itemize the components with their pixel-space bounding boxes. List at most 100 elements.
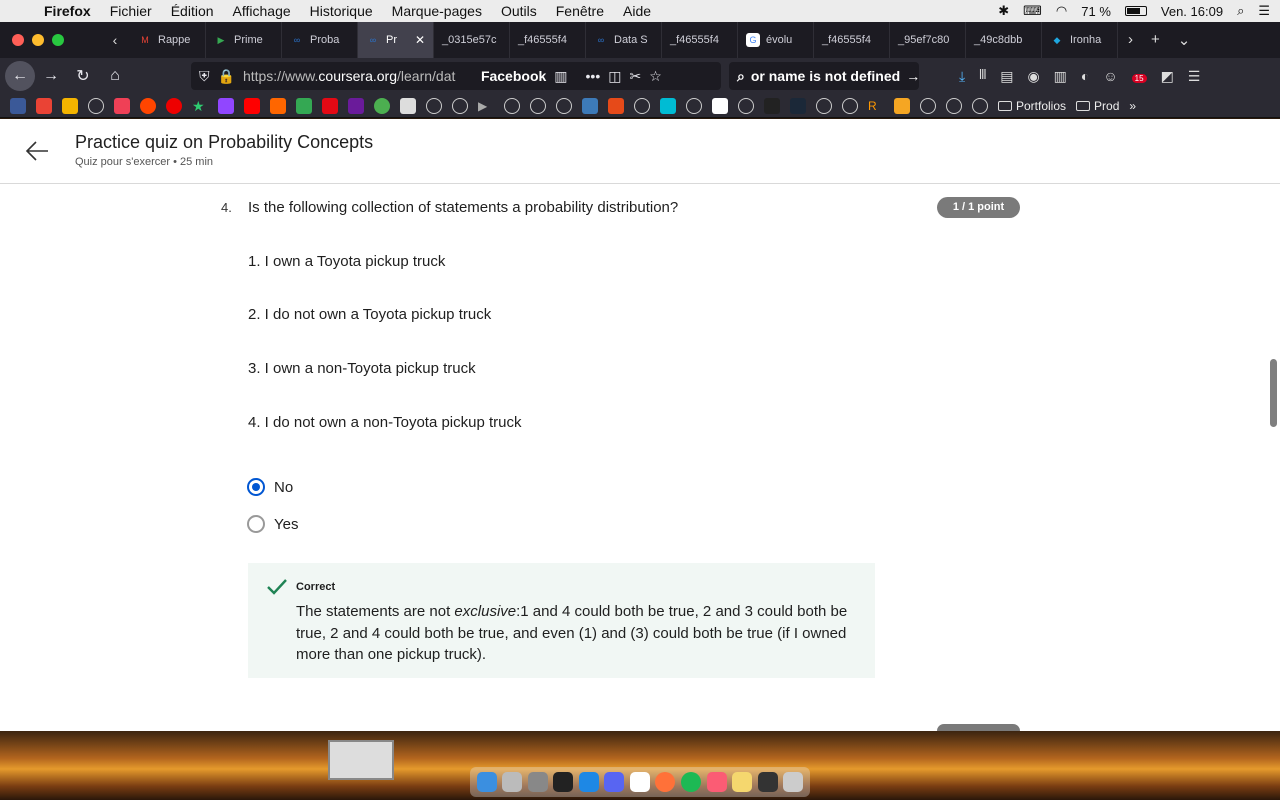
browser-tab[interactable]: ◆ Ironha [1042,22,1118,58]
bookmark-globe-icon[interactable] [504,97,520,114]
trash-icon[interactable] [783,772,804,792]
bookmark-folder-portfolios[interactable]: Portfolios [998,99,1066,113]
terminal-icon[interactable] [553,772,574,792]
bookmark-facebook-icon[interactable] [10,97,26,114]
bookmark-globe-icon[interactable] [530,97,546,114]
system-preferences-icon[interactable] [527,772,548,792]
bookmark-play-icon[interactable] [374,97,390,114]
bookmark-netflix-icon[interactable] [322,97,338,114]
pocket-icon[interactable]: ◫ [608,68,621,85]
bookmark-globe-icon[interactable] [920,97,936,114]
bookmark-gmail-icon[interactable] [36,97,52,114]
bookmark-star-green-icon[interactable]: ★ [192,98,208,114]
control-center-icon[interactable]: ☰ [1258,3,1270,19]
bookmark-ycombinator-icon[interactable] [270,97,286,114]
lock-icon[interactable]: 🔒 [218,68,235,85]
reload-button[interactable]: ↻ [67,66,99,86]
bookmark-star-icon[interactable]: ☆ [649,68,662,85]
facebook-container-icon[interactable]: ▥ [554,68,567,85]
extension-blue-icon[interactable]: ◩ [1161,68,1174,85]
search-bar[interactable]: ⌕ or name is not defined → [729,62,919,90]
bookmark-globe-icon[interactable] [816,97,832,114]
bookmark-globe-icon[interactable] [452,97,468,114]
bookmark-teal-icon[interactable] [660,97,676,114]
screenshot-icon[interactable]: ✂ [629,68,641,85]
bookmark-globe-icon[interactable] [88,97,104,114]
sidebar-icon[interactable]: ▤ [1000,68,1013,85]
bookmark-globe-icon[interactable] [634,97,650,114]
clock[interactable]: Ven. 16:09 [1161,4,1223,19]
radio-button-selected[interactable] [247,478,265,496]
bookmark-keep-icon[interactable] [62,97,78,114]
menu-outils[interactable]: Outils [501,3,537,19]
menu-marque-pages[interactable]: Marque-pages [392,3,482,19]
bookmark-drive-icon[interactable] [296,97,312,114]
close-window-button[interactable] [12,34,24,46]
finder-icon[interactable] [476,772,497,792]
extension-owl-icon[interactable]: ☺ [1103,68,1117,84]
spotlight-search-icon[interactable]: ⌕ [1237,3,1244,19]
keyboard-icon[interactable]: ⌨ [1023,3,1042,19]
menu-fichier[interactable]: Fichier [110,3,152,19]
ublock-icon[interactable]: 15 [1131,68,1147,84]
bookmark-orange-icon[interactable] [894,97,910,114]
browser-tab[interactable]: _95ef7c80 [890,22,966,58]
firefox-icon[interactable] [655,772,676,792]
answer-option-yes[interactable]: Yes [247,515,298,533]
home-button[interactable]: ⌂ [99,67,131,85]
radio-button[interactable] [247,515,265,533]
menu-affichage[interactable]: Affichage [233,3,291,19]
launchpad-icon[interactable] [502,772,523,792]
tab-scroll-left-icon[interactable]: ‹ [100,32,130,48]
bookmark-globe-icon[interactable] [686,97,702,114]
bookmark-globe-icon[interactable] [738,97,754,114]
menu-fenetre[interactable]: Fenêtre [556,3,604,19]
wifi-icon[interactable]: ◠ [1056,3,1067,19]
bookmark-globe-icon[interactable] [972,97,988,114]
bluetooth-icon[interactable]: ✱ [998,3,1009,19]
browser-tab[interactable]: _f46555f4 [662,22,738,58]
extension-grid-icon[interactable]: ▥ [1054,68,1067,85]
bookmark-dark-icon[interactable] [764,97,780,114]
bookmark-r-icon[interactable]: R [868,98,884,114]
slack-icon[interactable] [629,772,650,792]
bookmark-folder-prod[interactable]: Prod [1076,99,1119,113]
zoom-window-button[interactable] [52,34,64,46]
forward-button[interactable]: → [35,67,67,85]
downloads-icon[interactable]: ⤓ [959,68,965,85]
bookmark-red-circle-icon[interactable] [166,97,182,114]
page-scrollbar[interactable] [1270,359,1277,427]
bookmarks-overflow-chevron-icon[interactable]: » [1129,99,1136,113]
library-icon[interactable]: 𝍫 [979,64,986,88]
browser-tab[interactable]: ∞ Data S [586,22,662,58]
bookmark-globe-icon[interactable] [556,97,572,114]
page-actions-menu-icon[interactable]: ••• [586,68,601,84]
list-all-tabs-chevron-icon[interactable]: ⌄ [1178,31,1191,49]
bookmark-steam-icon[interactable] [790,97,806,114]
bookmark-d-icon[interactable] [608,97,624,114]
app-menu-hamburger-icon[interactable]: ☰ [1188,68,1201,85]
url-bar[interactable]: ⛨ 🔒 https://www.coursera.org/learn/dat F… [191,62,721,90]
menu-edition[interactable]: Édition [171,3,214,19]
tab-scroll-right-icon[interactable]: › [1128,31,1133,49]
bookmark-reddit-icon[interactable] [140,97,156,114]
browser-tab[interactable]: _49c8dbb [966,22,1042,58]
browser-tab[interactable]: Gévolu [738,22,814,58]
search-go-arrow-icon[interactable]: → [906,68,919,84]
music-icon[interactable] [706,772,727,792]
search-text[interactable]: or name is not defined [751,68,900,84]
url-text[interactable]: https://www.coursera.org/learn/dat [243,68,473,84]
back-arrow-icon[interactable] [24,137,52,165]
browser-tab[interactable]: ▶ Prime [206,22,282,58]
menu-historique[interactable]: Historique [310,3,373,19]
bookmark-purple-icon[interactable] [348,97,364,114]
menu-app-firefox[interactable]: Firefox [44,3,91,19]
new-tab-plus-icon[interactable]: + [1151,31,1160,49]
bookmark-grey-icon[interactable] [400,97,416,114]
browser-tab[interactable]: _f46555f4 [814,22,890,58]
battery-icon[interactable] [1124,6,1147,16]
bookmark-blue-icon[interactable] [582,97,598,114]
notes-icon[interactable] [732,772,753,792]
browser-tab[interactable]: _f46555f4 [510,22,586,58]
bookmark-youtube-icon[interactable] [244,97,260,114]
